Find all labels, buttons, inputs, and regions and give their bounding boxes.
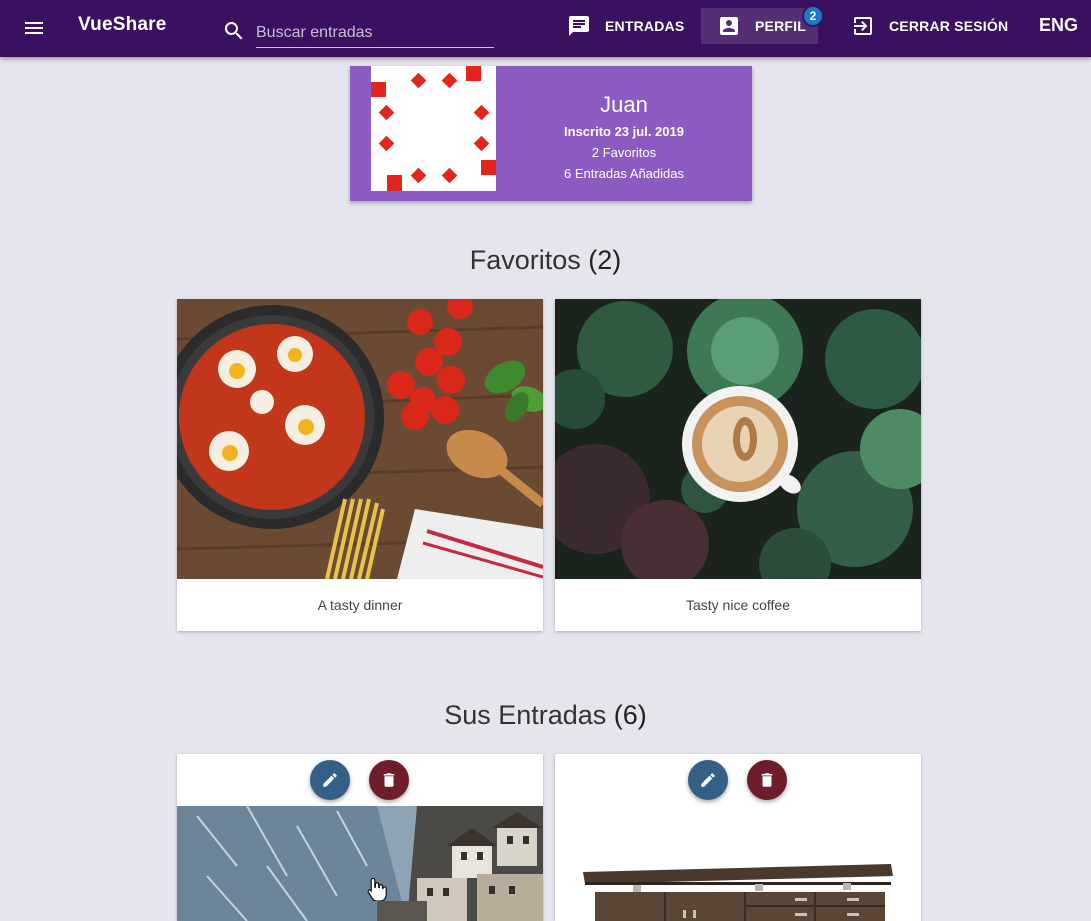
- edit-entry-button[interactable]: [688, 760, 728, 800]
- entries-heading-label: Sus Entradas: [444, 700, 607, 730]
- notification-badge: 2: [802, 5, 824, 27]
- profile-info: Juan Inscrito 23 jul. 2019 2 Favoritos 6…: [496, 66, 752, 201]
- exit-to-app-icon: [854, 17, 872, 35]
- trash-icon: [383, 773, 395, 787]
- app-title[interactable]: VueShare: [78, 14, 167, 36]
- search-icon: [222, 19, 246, 43]
- pencil-icon: [701, 773, 715, 787]
- entry-card-image[interactable]: [177, 806, 543, 921]
- chat-message-icon: [569, 16, 589, 36]
- favorite-card-image[interactable]: [555, 299, 921, 579]
- profile-joined-date: Inscrito 23 jul. 2019: [564, 124, 684, 139]
- nav-entradas-label: ENTRADAS: [605, 18, 685, 34]
- nav-entradas-button[interactable]: ENTRADAS: [559, 8, 692, 44]
- favorite-card-caption: Tasty nice coffee: [685, 597, 791, 613]
- language-toggle[interactable]: ENG: [1039, 15, 1078, 36]
- edit-entry-button[interactable]: [310, 760, 350, 800]
- profile-entries-count: 6 Entradas Añadidas: [564, 166, 684, 181]
- logout-label: CERRAR SESIÓN: [889, 18, 1009, 34]
- account-box-icon: [720, 17, 738, 35]
- entry-card[interactable]: [177, 754, 543, 921]
- trash-icon: [761, 773, 773, 787]
- search-input[interactable]: [256, 18, 494, 48]
- entries-heading: Sus Entradas (6): [0, 700, 1091, 731]
- profile-name: Juan: [600, 92, 648, 117]
- nav-perfil-label: PERFIL: [755, 18, 806, 34]
- hand-cursor-icon: [367, 877, 387, 901]
- avatar: [371, 66, 496, 191]
- favorite-card[interactable]: Tasty nice coffee: [555, 299, 921, 631]
- favorites-heading: Favoritos (2): [0, 245, 1091, 276]
- favorites-heading-label: Favoritos: [469, 245, 581, 275]
- nav-perfil-button[interactable]: PERFIL: [701, 8, 818, 44]
- profile-card: Juan Inscrito 23 jul. 2019 2 Favoritos 6…: [350, 66, 752, 201]
- entries-heading-count: (6): [613, 700, 647, 730]
- delete-entry-button[interactable]: [747, 760, 787, 800]
- hamburger-menu-icon: [25, 22, 43, 34]
- delete-entry-button[interactable]: [369, 760, 409, 800]
- favorite-card[interactable]: A tasty dinner: [177, 299, 543, 631]
- favorite-card-image[interactable]: [177, 299, 543, 579]
- profile-favorites-count: 2 Favoritos: [591, 145, 657, 160]
- logout-button[interactable]: CERRAR SESIÓN: [843, 8, 1016, 44]
- menu-button[interactable]: [14, 10, 54, 46]
- favorites-heading-count: (2): [588, 245, 622, 275]
- entry-card-image[interactable]: [555, 806, 921, 921]
- app-toolbar: VueShare ENTRADAS PERFIL 2 CERRAR SESIÓN…: [0, 0, 1091, 57]
- pencil-icon: [323, 773, 337, 787]
- favorite-card-caption: A tasty dinner: [317, 597, 403, 613]
- entry-card[interactable]: [555, 754, 921, 921]
